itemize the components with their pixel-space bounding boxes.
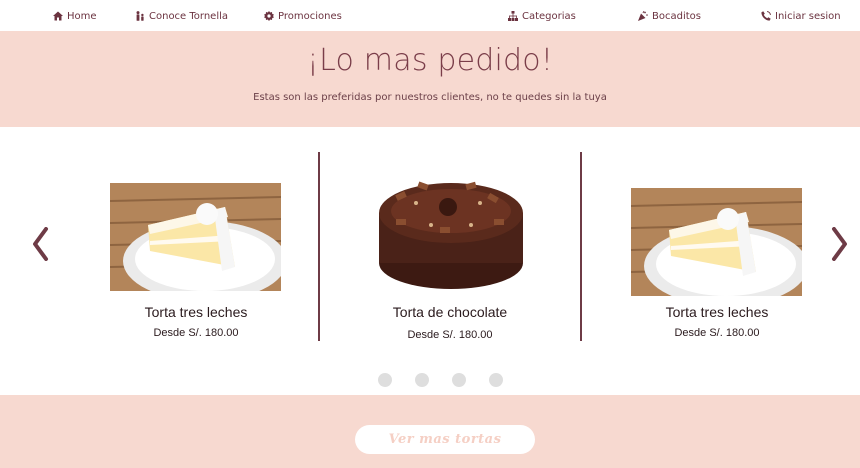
- party-icon: [638, 11, 648, 21]
- family-icon: [136, 11, 144, 21]
- card-divider: [318, 152, 320, 341]
- nav-bocaditos-label: Bocaditos: [652, 10, 701, 22]
- chevron-right-icon: [832, 227, 847, 261]
- product-price: Desde S/. 180.00: [674, 327, 760, 339]
- phone-icon: [761, 11, 771, 21]
- carousel-dot[interactable]: [378, 373, 392, 387]
- nav-bocaditos[interactable]: Bocaditos: [638, 8, 701, 24]
- home-icon: [53, 11, 63, 21]
- product-card[interactable]: Torta de chocolate Desde S/. 180.00: [350, 127, 550, 395]
- product-name: Torta tres leches: [144, 304, 248, 320]
- carousel-prev-button[interactable]: [30, 227, 52, 261]
- product-price: Desde S/. 180.00: [407, 329, 493, 341]
- nav-home-label: Home: [67, 10, 97, 22]
- carousel-dot[interactable]: [489, 373, 503, 387]
- product-name: Torta tres leches: [665, 304, 769, 320]
- nav-login[interactable]: Iniciar sesion: [761, 8, 841, 24]
- top-nav: Home Conoce Tornella Promociones Categor…: [0, 0, 860, 31]
- product-name: Torta de chocolate: [392, 304, 508, 320]
- product-card[interactable]: Torta tres leches Desde S/. 180.00: [96, 127, 296, 395]
- product-image: [631, 188, 802, 296]
- hero-banner: ¡Lo mas pedido! Estas son las preferidas…: [0, 31, 860, 127]
- product-card[interactable]: Torta tres leches Desde S/. 180.00: [617, 127, 817, 395]
- nav-categorias[interactable]: Categorias: [508, 8, 576, 24]
- nav-promociones-label: Promociones: [278, 10, 342, 22]
- carousel-dot[interactable]: [452, 373, 466, 387]
- sitemap-icon: [508, 11, 518, 21]
- nav-categorias-label: Categorias: [522, 10, 576, 22]
- nav-login-label: Iniciar sesion: [775, 10, 841, 22]
- card-divider: [580, 152, 582, 341]
- page-title: ¡Lo mas pedido!: [306, 43, 554, 78]
- product-carousel: Torta tres leches Desde S/. 180.00 Torta…: [0, 127, 860, 395]
- cta-band: Ver mas tortas: [0, 395, 860, 468]
- product-price: Desde S/. 180.00: [153, 327, 239, 339]
- see-more-cakes-button[interactable]: Ver mas tortas: [355, 425, 535, 454]
- carousel-next-button[interactable]: [828, 227, 850, 261]
- hero-subtitle: Estas son las preferidas por nuestros cl…: [253, 92, 607, 103]
- nav-promociones[interactable]: Promociones: [264, 8, 342, 24]
- nav-conoce-label: Conoce Tornella: [149, 10, 229, 22]
- chevron-left-icon: [33, 227, 48, 261]
- nav-conoce[interactable]: Conoce Tornella: [135, 8, 228, 24]
- nav-home[interactable]: Home: [53, 8, 97, 24]
- product-image: [110, 183, 281, 291]
- carousel-dots: [378, 373, 503, 387]
- product-image: [376, 175, 526, 293]
- badge-icon: [264, 11, 274, 21]
- carousel-dot[interactable]: [415, 373, 429, 387]
